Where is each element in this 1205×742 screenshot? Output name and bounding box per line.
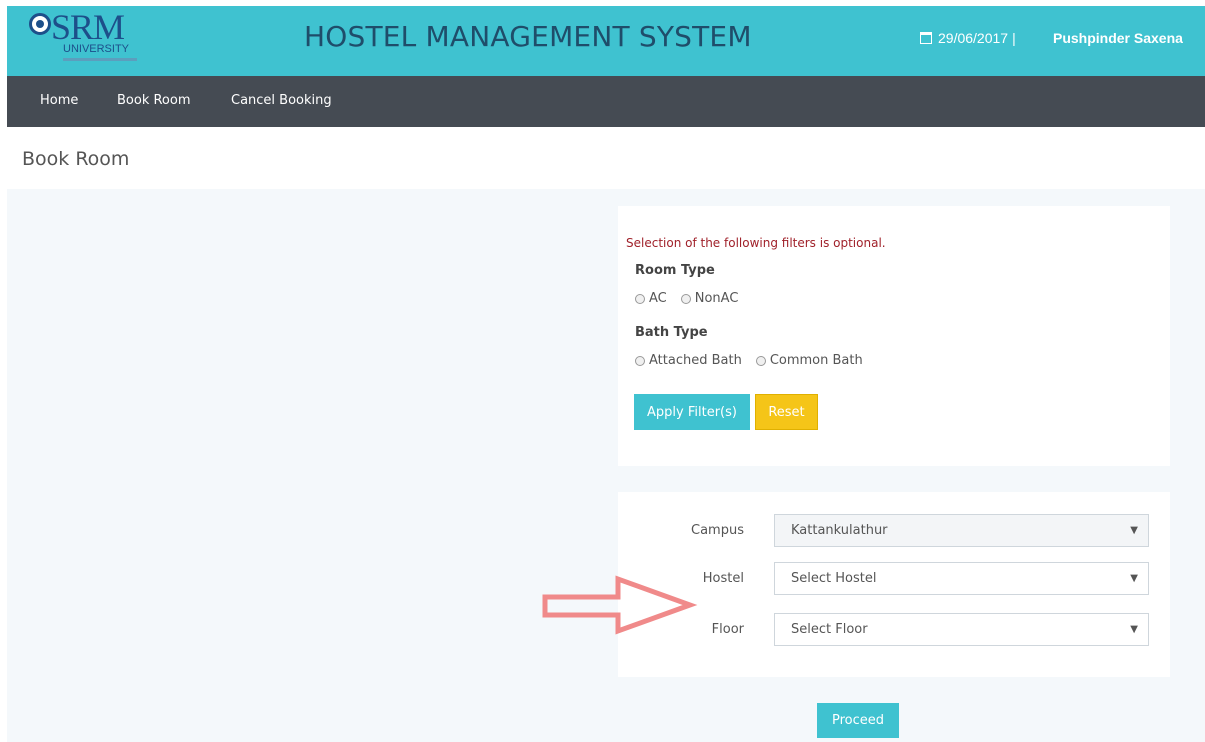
date-text: 29/06/2017 — [938, 30, 1009, 46]
campus-label: Campus — [691, 523, 744, 538]
reset-button[interactable]: Reset — [755, 394, 818, 430]
logo-subtext: UNIVERSITY — [63, 43, 130, 55]
hostel-select[interactable]: Select Hostel ▼ — [774, 562, 1149, 595]
floor-select-value: Select Floor — [791, 622, 868, 637]
university-emblem-icon — [29, 13, 51, 35]
bath-type-label: Bath Type — [635, 325, 708, 340]
calendar-icon — [920, 32, 932, 44]
nav-home[interactable]: Home — [40, 93, 78, 108]
logo-tagline-graphic — [63, 58, 137, 61]
main-nav: Home Book Room Cancel Booking — [7, 76, 1205, 127]
apply-filters-button[interactable]: Apply Filter(s) — [634, 394, 750, 430]
app-header: SRM UNIVERSITY HOSTEL MANAGEMENT SYSTEM … — [7, 6, 1205, 76]
nav-cancel-booking[interactable]: Cancel Booking — [231, 93, 332, 108]
chevron-down-icon: ▼ — [1130, 525, 1138, 536]
user-name[interactable]: Pushpinder Saxena — [1053, 30, 1183, 46]
radio-attached-bath[interactable] — [635, 355, 645, 366]
radio-ac-label[interactable]: AC — [649, 291, 667, 306]
radio-nonac-label[interactable]: NonAC — [695, 291, 739, 306]
date-separator: | — [1012, 30, 1016, 46]
filters-hint: Selection of the following filters is op… — [626, 236, 886, 250]
page-title: Book Room — [22, 148, 130, 170]
srm-logo[interactable]: SRM UNIVERSITY — [29, 7, 149, 72]
radio-common-bath[interactable] — [755, 355, 766, 366]
selection-panel: Campus Kattankulathur ▼ Hostel Select Ho… — [618, 492, 1170, 677]
filters-panel: Selection of the following filters is op… — [618, 206, 1170, 466]
bath-type-options: Attached Bath Common Bath — [635, 353, 877, 368]
header-date: 29/06/2017 | — [920, 30, 1016, 46]
nav-book-room[interactable]: Book Room — [117, 93, 191, 108]
chevron-down-icon: ▼ — [1130, 573, 1138, 584]
proceed-button[interactable]: Proceed — [817, 703, 899, 738]
radio-attached-bath-label[interactable]: Attached Bath — [649, 353, 742, 368]
logo-text: SRM — [51, 7, 125, 47]
chevron-down-icon: ▼ — [1130, 624, 1138, 635]
campus-select[interactable]: Kattankulathur ▼ — [774, 514, 1149, 547]
annotation-arrow-icon — [542, 575, 698, 635]
campus-select-value: Kattankulathur — [791, 523, 888, 538]
app-title: HOSTEL MANAGEMENT SYSTEM — [304, 20, 752, 53]
radio-ac[interactable] — [635, 293, 645, 304]
floor-select[interactable]: Select Floor ▼ — [774, 613, 1149, 646]
room-type-options: AC NonAC — [635, 291, 752, 306]
radio-nonac[interactable] — [680, 293, 691, 304]
radio-common-bath-label[interactable]: Common Bath — [770, 353, 863, 368]
hostel-select-value: Select Hostel — [791, 571, 877, 586]
room-type-label: Room Type — [635, 263, 715, 278]
